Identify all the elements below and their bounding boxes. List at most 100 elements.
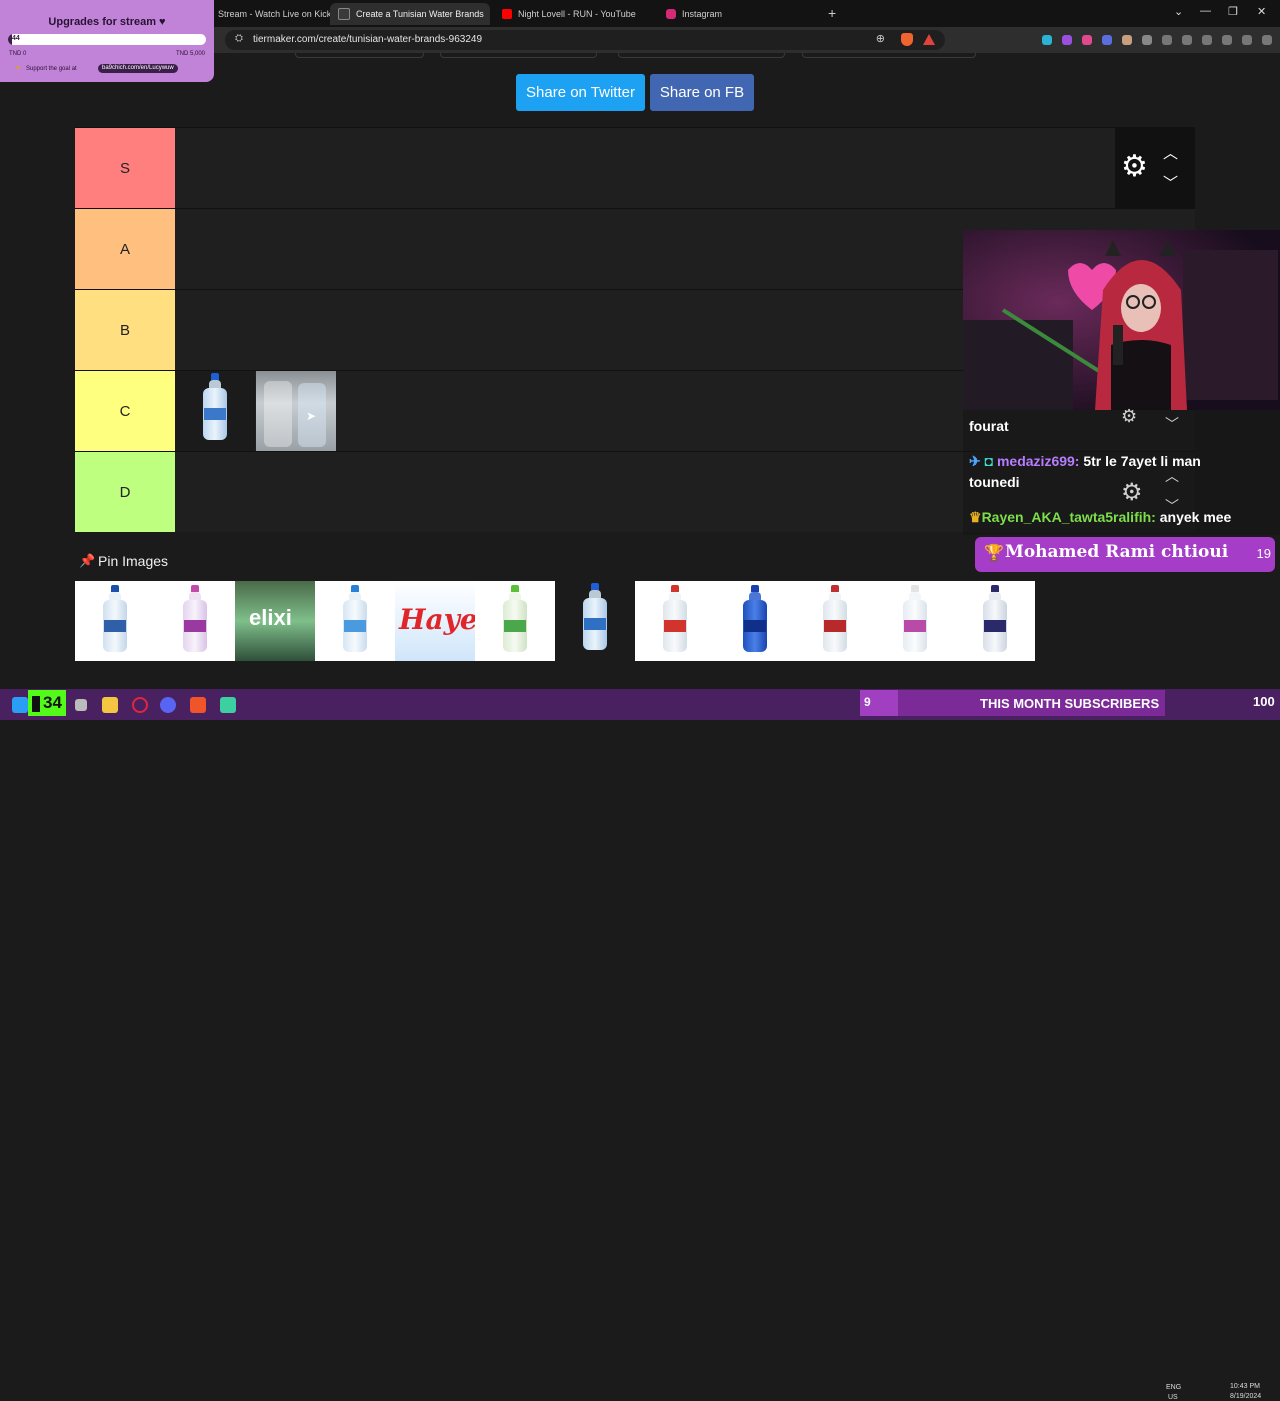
webcam-overlay <box>963 230 1280 410</box>
site-info-icon[interactable]: ⛭ <box>235 33 243 44</box>
url-text: tiermaker.com/create/tunisian-water-bran… <box>253 34 482 45</box>
pin-image-item[interactable] <box>475 581 555 661</box>
file-explorer-icon[interactable] <box>102 697 118 713</box>
pin-image-item[interactable]: Hayet <box>395 581 491 661</box>
tier-label[interactable]: C <box>75 371 175 451</box>
tab-label: Night Lovell - RUN - YouTube <box>518 9 636 19</box>
close-window-button[interactable]: ✕ <box>1257 5 1266 18</box>
tier-item-water-pack[interactable]: ➤ <box>256 371 336 451</box>
close-tab-icon[interactable]: ✕ <box>484 8 491 21</box>
toolbar-button-edge <box>440 53 597 58</box>
tier-row-s[interactable]: S ⚙ ︿ ﹀ <box>75 127 1195 208</box>
pushpin-icon: 📌 <box>79 553 96 568</box>
chat-username: Rayen_AKA_tawta5ralifih: <box>981 509 1156 525</box>
pin-image-group <box>75 581 235 661</box>
extension-icon[interactable] <box>1122 35 1132 45</box>
brave-browser-icon[interactable] <box>190 697 206 713</box>
app-icon[interactable] <box>220 697 236 713</box>
tier-settings-gear-icon[interactable]: ⚙ <box>1121 152 1148 182</box>
extension-icon[interactable] <box>1062 35 1072 45</box>
instagram-favicon-icon <box>666 9 676 19</box>
subscribers-label: THIS MONTH SUBSCRIBERS <box>980 696 1160 711</box>
chat-username: medaziz699: <box>996 453 1080 469</box>
tier-controls: ⚙ ︿ ﹀ <box>1115 128 1195 208</box>
goal-current-value: 44 <box>12 35 20 42</box>
pin-image-item[interactable] <box>555 581 635 661</box>
pin-image-item[interactable] <box>155 581 235 661</box>
trophy-icon: 🏆 <box>984 545 1004 562</box>
zoom-icon[interactable]: ⊕ <box>876 32 885 45</box>
tier-label[interactable]: B <box>75 290 175 370</box>
vpn-icon[interactable] <box>1222 35 1232 45</box>
water-bottle-image <box>183 585 207 652</box>
tab-youtube[interactable]: Night Lovell - RUN - YouTube <box>494 3 654 25</box>
pin-image-group <box>635 581 1035 661</box>
pin-image-item[interactable] <box>715 581 795 661</box>
water-bottle-image <box>983 585 1007 652</box>
minimize-button[interactable]: — <box>1200 5 1211 17</box>
pin-image-item[interactable] <box>75 581 155 661</box>
sidebar-icon[interactable] <box>1162 35 1172 45</box>
pin-image-item[interactable]: elixi <box>235 581 315 661</box>
clock-time[interactable]: 10:43 PM <box>1230 1383 1260 1390</box>
extensions-puzzle-icon[interactable] <box>1142 35 1152 45</box>
moderator-badge-icon: ✈ <box>969 453 981 469</box>
pin-image-item[interactable] <box>795 581 875 661</box>
tier-label-text: S <box>119 159 130 177</box>
tier-label[interactable]: S <box>75 128 175 208</box>
donation-goal-widget: Upgrades for stream ♥ 44 TND 0 TND 5,000… <box>0 0 214 82</box>
address-bar[interactable]: ⛭ tiermaker.com/create/tunisian-water-br… <box>225 30 945 50</box>
tier-label-text: B <box>119 321 130 339</box>
kick-viewer-count: 34 <box>28 690 66 716</box>
water-bottle-image <box>823 585 847 652</box>
tab-kick-stream[interactable]: Stream - Watch Live on Kick <box>210 3 330 25</box>
language-indicator[interactable]: ENG <box>1166 1384 1181 1391</box>
tab-list-chevron-icon[interactable]: ⌄ <box>1174 5 1183 18</box>
toolbar-button-edge <box>802 53 976 58</box>
tier-settings-gear-icon: ⚙ <box>1121 406 1138 426</box>
discord-icon[interactable] <box>160 697 176 713</box>
opera-icon[interactable] <box>132 697 148 713</box>
task-view-icon[interactable] <box>75 699 87 711</box>
tab-tiermaker[interactable]: Create a Tunisian Water Brands ✕ <box>330 3 490 25</box>
windows-start-icon[interactable] <box>12 697 28 713</box>
water-bottle-image <box>503 585 527 652</box>
extension-icon[interactable] <box>1042 35 1052 45</box>
move-tier-down-chevron-icon: ﹀ <box>1165 498 1179 514</box>
water-bottle-image <box>203 373 227 440</box>
tier-label[interactable]: D <box>75 452 175 532</box>
brave-shields-icon[interactable] <box>901 33 913 46</box>
water-bottle-image <box>663 585 687 652</box>
clock-date[interactable]: 8/19/2024 <box>1230 1393 1261 1400</box>
tab-instagram[interactable]: Instagram <box>658 3 818 25</box>
new-tab-button[interactable]: + <box>828 5 836 21</box>
extension-icon[interactable] <box>1102 35 1112 45</box>
tier-label-text: A <box>119 240 130 258</box>
share-facebook-button[interactable]: Share on FB <box>650 74 754 111</box>
menu-icon[interactable] <box>1262 35 1272 45</box>
share-twitter-button[interactable]: Share on Twitter <box>516 74 645 111</box>
brave-rewards-icon[interactable] <box>923 34 935 45</box>
tier-item-water-bottle[interactable] <box>175 371 255 451</box>
water-bottle-image <box>583 583 607 650</box>
region-indicator: US <box>1168 1394 1178 1401</box>
extension-icon[interactable] <box>1082 35 1092 45</box>
pin-image-item[interactable] <box>955 581 1035 661</box>
move-tier-up-chevron-icon[interactable]: ︿ <box>1163 142 1178 163</box>
goal-title: Upgrades for stream ♥ <box>48 16 166 28</box>
chat-message: ♛Rayen_AKA_tawta5ralifih: anyek mee <box>969 507 1231 528</box>
move-tier-down-chevron-icon[interactable]: ﹀ <box>1163 172 1178 193</box>
pin-image-item[interactable] <box>315 581 395 661</box>
leo-icon[interactable] <box>1202 35 1212 45</box>
pin-images-title: Pin Images <box>98 553 169 569</box>
tier-label[interactable]: A <box>75 209 175 289</box>
pin-image-item[interactable] <box>635 581 715 661</box>
pin-image-item[interactable] <box>875 581 955 661</box>
maximize-button[interactable]: ❐ <box>1228 5 1238 18</box>
wallet-icon[interactable] <box>1182 35 1192 45</box>
water-bottle-image <box>903 585 927 652</box>
streamer-webcam-image <box>963 230 1280 410</box>
youtube-favicon-icon <box>502 9 512 19</box>
water-bottle-image <box>103 585 127 652</box>
shield-icon[interactable] <box>1242 35 1252 45</box>
